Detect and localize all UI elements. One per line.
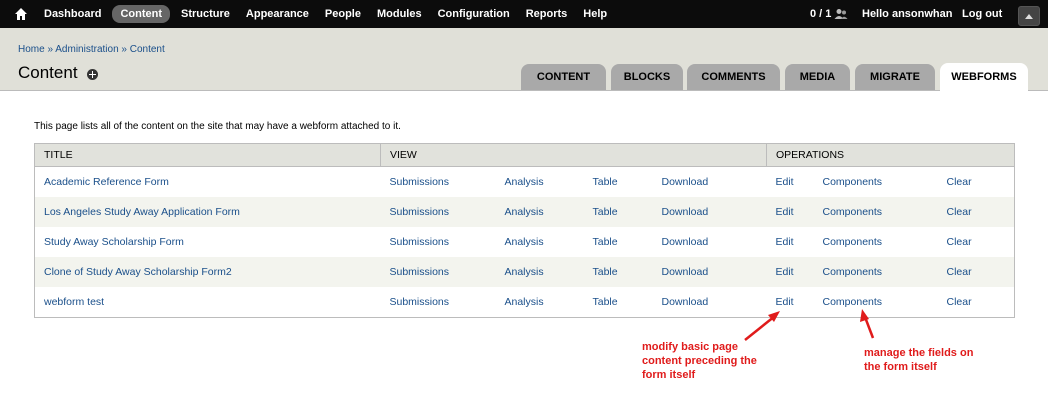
tab-comments[interactable]: Comments bbox=[687, 64, 780, 90]
username-link[interactable]: ansonwhan bbox=[892, 8, 953, 20]
column-header-operations: OPERATIONS bbox=[766, 143, 1015, 167]
submissions-link[interactable]: Submissions bbox=[380, 227, 505, 257]
home-icon[interactable] bbox=[14, 7, 28, 21]
toolbar-item-modules[interactable]: Modules bbox=[369, 0, 430, 28]
clear-link[interactable]: Clear bbox=[946, 227, 1015, 257]
page-title: Content bbox=[18, 63, 78, 82]
tab-content[interactable]: Content bbox=[521, 64, 606, 90]
annotation-line: content preceding the bbox=[642, 355, 757, 367]
analysis-link[interactable]: Analysis bbox=[504, 166, 593, 197]
edit-link[interactable]: Edit bbox=[766, 166, 823, 197]
webforms-table: TITLE VIEW OPERATIONS Academic Reference… bbox=[34, 143, 1015, 318]
components-link[interactable]: Components bbox=[822, 227, 947, 257]
submissions-link[interactable]: Submissions bbox=[380, 197, 505, 227]
components-link[interactable]: Components bbox=[822, 287, 947, 318]
shortcuts-toggle-button[interactable] bbox=[1018, 6, 1040, 26]
toolbar-item-reports[interactable]: Reports bbox=[518, 0, 576, 28]
components-link[interactable]: Components bbox=[822, 166, 947, 197]
annotation-line: the form itself bbox=[864, 361, 937, 373]
table-row: Academic Reference Form Submissions Anal… bbox=[34, 166, 1015, 197]
form-title-link[interactable]: Academic Reference Form bbox=[34, 166, 381, 197]
submissions-link[interactable]: Submissions bbox=[380, 166, 505, 197]
admin-toolbar: Dashboard Content Structure Appearance P… bbox=[0, 0, 1048, 28]
components-link[interactable]: Components bbox=[822, 197, 947, 227]
annotation-line: form itself bbox=[642, 369, 696, 381]
breadcrumb-separator: » bbox=[44, 44, 56, 55]
users-icon bbox=[834, 9, 848, 19]
analysis-link[interactable]: Analysis bbox=[504, 257, 593, 287]
table-link[interactable]: Table bbox=[592, 257, 662, 287]
breadcrumb-separator: » bbox=[118, 44, 130, 55]
online-users-counter: 0 / 1 bbox=[810, 0, 848, 28]
toolbar-item-appearance[interactable]: Appearance bbox=[238, 0, 317, 28]
analysis-link[interactable]: Analysis bbox=[504, 197, 593, 227]
table-link[interactable]: Table bbox=[592, 227, 662, 257]
analysis-link[interactable]: Analysis bbox=[504, 227, 593, 257]
table-link[interactable]: Table bbox=[592, 287, 662, 318]
add-shortcut-icon[interactable] bbox=[87, 69, 98, 80]
form-title-link[interactable]: Clone of Study Away Scholarship Form2 bbox=[34, 257, 381, 287]
download-link[interactable]: Download bbox=[661, 257, 767, 287]
users-count: 0 / 1 bbox=[810, 8, 832, 20]
edit-link[interactable]: Edit bbox=[766, 197, 823, 227]
tab-webforms[interactable]: Webforms bbox=[940, 63, 1028, 91]
clear-link[interactable]: Clear bbox=[946, 257, 1015, 287]
table-link[interactable]: Table bbox=[592, 197, 662, 227]
toolbar-item-content[interactable]: Content bbox=[112, 5, 171, 23]
breadcrumb-content[interactable]: Content bbox=[130, 44, 165, 55]
breadcrumb-administration[interactable]: Administration bbox=[55, 44, 118, 55]
user-greeting: Hello ansonwhan bbox=[862, 0, 952, 28]
annotation-line: manage the fields on bbox=[864, 347, 974, 359]
edit-link[interactable]: Edit bbox=[766, 257, 823, 287]
download-link[interactable]: Download bbox=[661, 166, 767, 197]
clear-link[interactable]: Clear bbox=[946, 287, 1015, 318]
greeting-prefix: Hello bbox=[862, 8, 892, 20]
components-annotation: manage the fields on the form itself bbox=[864, 346, 973, 374]
logout-link[interactable]: Log out bbox=[962, 0, 1002, 28]
page-description: This page lists all of the content on th… bbox=[34, 121, 401, 132]
clear-link[interactable]: Clear bbox=[946, 197, 1015, 227]
column-header-title: TITLE bbox=[34, 143, 381, 167]
toolbar-item-dashboard[interactable]: Dashboard bbox=[36, 0, 109, 28]
column-header-view: VIEW bbox=[380, 143, 767, 167]
edit-link[interactable]: Edit bbox=[766, 287, 823, 318]
download-link[interactable]: Download bbox=[661, 287, 767, 318]
download-link[interactable]: Download bbox=[661, 197, 767, 227]
breadcrumb: Home » Administration » Content bbox=[18, 44, 165, 55]
breadcrumb-home[interactable]: Home bbox=[18, 44, 45, 55]
download-link[interactable]: Download bbox=[661, 227, 767, 257]
edit-link[interactable]: Edit bbox=[766, 227, 823, 257]
toolbar-item-people[interactable]: People bbox=[317, 0, 369, 28]
toolbar-nav: Dashboard Content Structure Appearance P… bbox=[36, 0, 615, 28]
submissions-link[interactable]: Submissions bbox=[380, 287, 505, 318]
analysis-link[interactable]: Analysis bbox=[504, 287, 593, 318]
form-title-link[interactable]: Los Angeles Study Away Application Form bbox=[34, 197, 381, 227]
toolbar-item-configuration[interactable]: Configuration bbox=[430, 0, 518, 28]
components-link[interactable]: Components bbox=[822, 257, 947, 287]
tab-media[interactable]: Media bbox=[785, 64, 850, 90]
form-title-link[interactable]: webform test bbox=[34, 287, 381, 318]
submissions-link[interactable]: Submissions bbox=[380, 257, 505, 287]
toolbar-item-help[interactable]: Help bbox=[575, 0, 615, 28]
toolbar-item-structure[interactable]: Structure bbox=[173, 0, 238, 28]
table-header-row: TITLE VIEW OPERATIONS bbox=[34, 143, 1015, 167]
page-header: Home » Administration » Content Content … bbox=[0, 28, 1048, 91]
tab-blocks[interactable]: Blocks bbox=[611, 64, 683, 90]
table-row: Clone of Study Away Scholarship Form2 Su… bbox=[34, 257, 1015, 287]
form-title-link[interactable]: Study Away Scholarship Form bbox=[34, 227, 381, 257]
table-row: Los Angeles Study Away Application Form … bbox=[34, 197, 1015, 227]
tab-migrate[interactable]: Migrate bbox=[855, 64, 935, 90]
table-link[interactable]: Table bbox=[592, 166, 662, 197]
table-row: webform test Submissions Analysis Table … bbox=[34, 287, 1015, 318]
clear-link[interactable]: Clear bbox=[946, 166, 1015, 197]
annotation-line: modify basic page bbox=[642, 341, 738, 353]
edit-annotation: modify basic page content preceding the … bbox=[642, 340, 757, 382]
table-row: Study Away Scholarship Form Submissions … bbox=[34, 227, 1015, 257]
